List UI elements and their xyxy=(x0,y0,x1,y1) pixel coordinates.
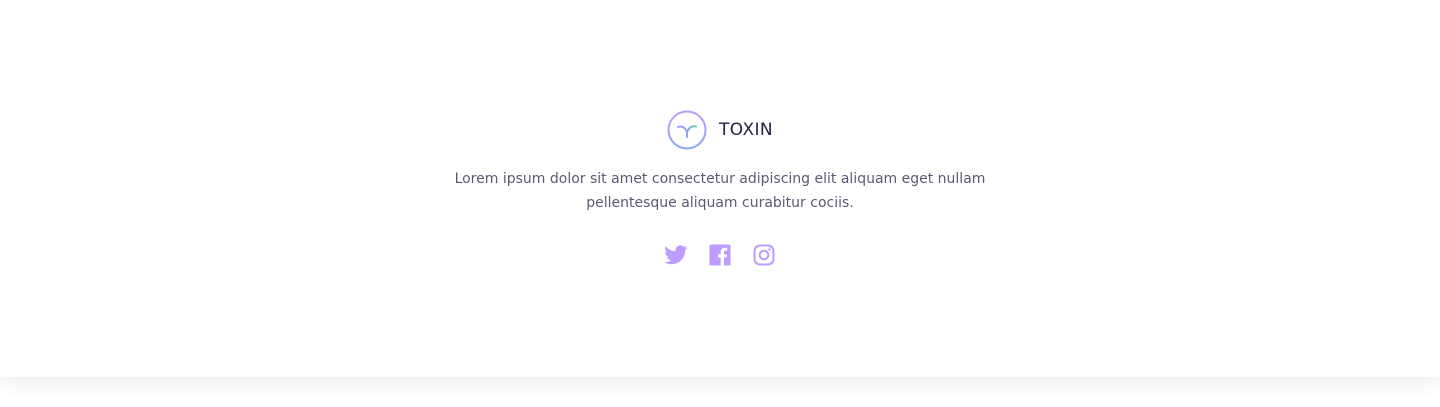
social-links xyxy=(664,243,776,267)
footer-description: Lorem ipsum dolor sit amet consectetur a… xyxy=(454,171,986,211)
instagram-link[interactable] xyxy=(752,243,776,267)
instagram-icon xyxy=(753,244,775,266)
brand-logo[interactable]: TOXIN xyxy=(667,110,773,150)
brand-name: TOXIN xyxy=(719,120,774,140)
footer: TOXIN Lorem ipsum dolor sit amet consect… xyxy=(0,0,1440,377)
facebook-icon xyxy=(709,244,731,266)
facebook-link[interactable] xyxy=(708,243,732,267)
toxin-logo-icon xyxy=(667,110,707,150)
twitter-link[interactable] xyxy=(664,243,688,267)
twitter-icon xyxy=(664,245,688,265)
